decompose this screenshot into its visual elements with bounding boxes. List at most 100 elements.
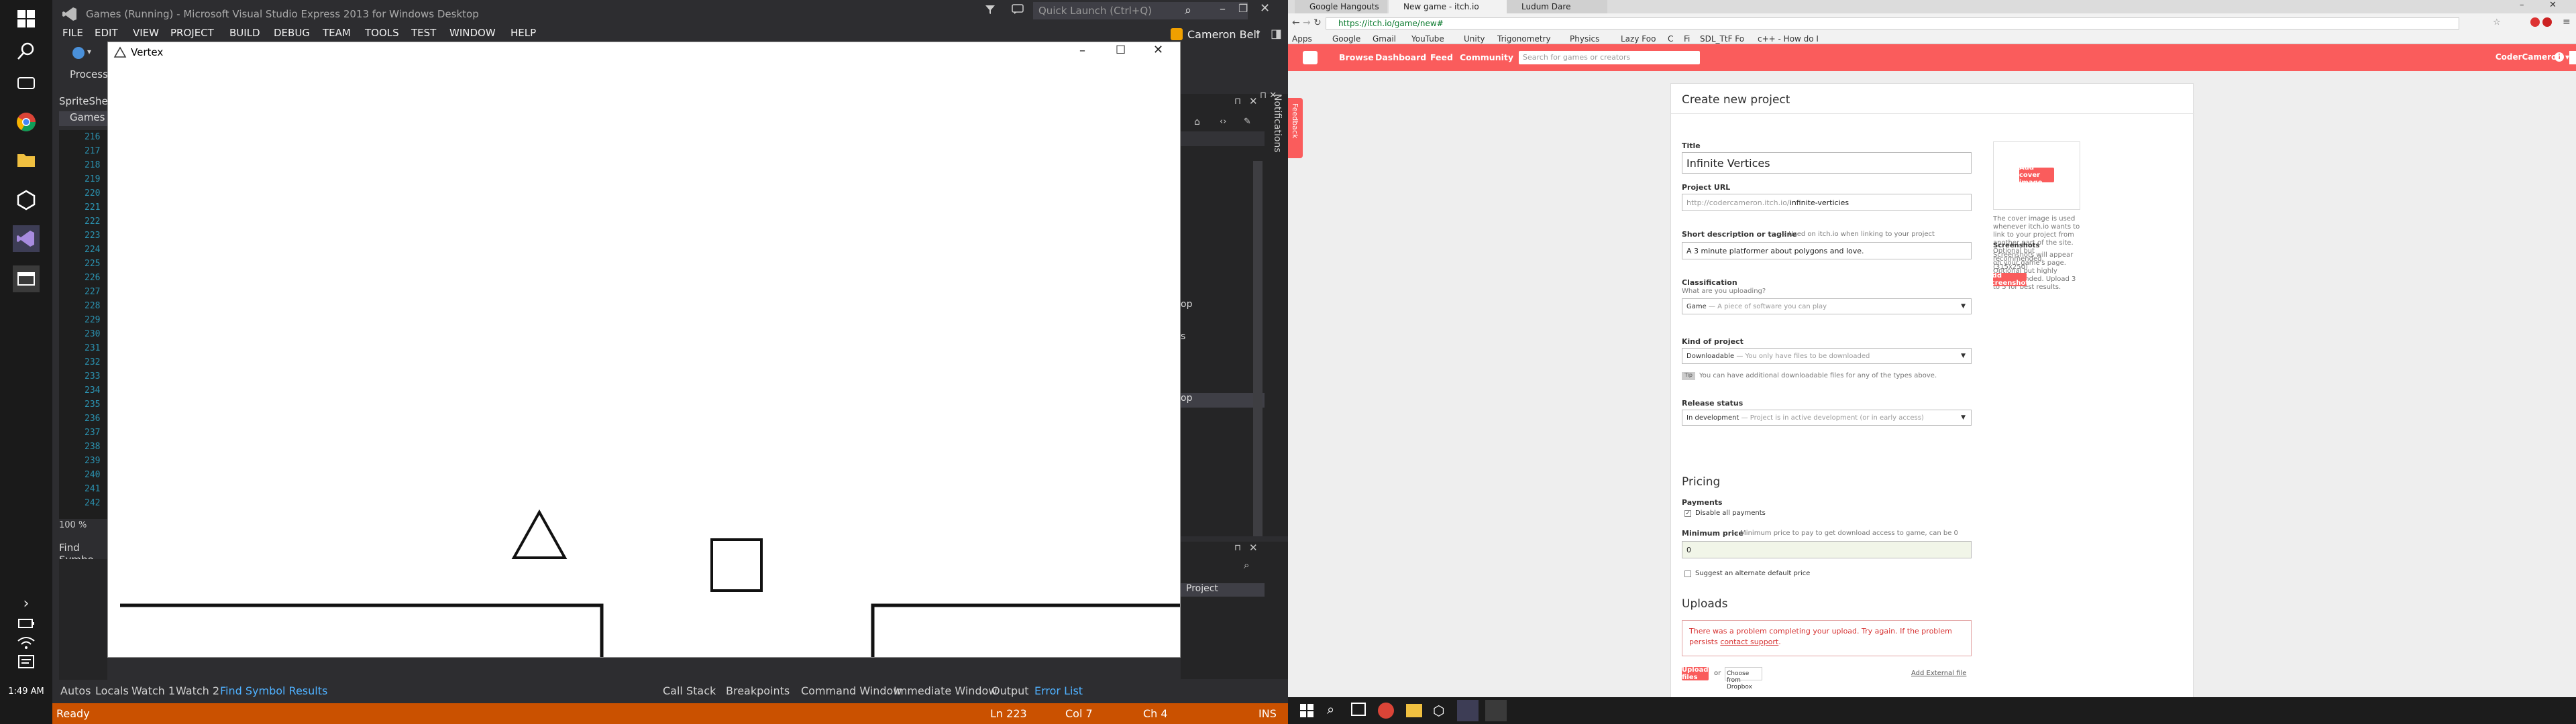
tab-locals[interactable]: Locals <box>95 684 129 697</box>
doc-tab-spritesheet[interactable]: SpriteShee <box>59 95 114 109</box>
menu-build[interactable]: BUILD <box>229 27 260 39</box>
tree-item-selected[interactable]: op <box>1181 393 1265 408</box>
search-icon[interactable]: ⌕ <box>1327 701 1334 717</box>
pin-icon[interactable]: ⊓ <box>1234 97 1241 107</box>
search-icon[interactable]: ⌕ <box>1244 559 1249 571</box>
minimize-button[interactable]: – <box>1079 44 1085 58</box>
tab-autos[interactable]: Autos <box>60 684 91 697</box>
avatar[interactable] <box>2569 51 2576 64</box>
visual-studio-icon[interactable] <box>13 225 40 252</box>
itch-logo-icon[interactable] <box>1303 51 1318 64</box>
tab-output[interactable]: Output <box>991 684 1029 697</box>
kind-select[interactable]: Downloadable — You only have files to be… <box>1682 348 1972 364</box>
minimize-button[interactable]: – <box>2520 0 2524 10</box>
release-select[interactable]: In development — Project is in active de… <box>1682 410 1972 426</box>
bookmark[interactable]: SDL_TtF Fo <box>1700 34 1744 44</box>
vertex-title-bar[interactable]: Vertex – ☐ ✕ <box>108 42 1180 64</box>
app-window-icon[interactable] <box>1485 700 1507 721</box>
tab-find-symbol-results[interactable]: Find Symbol Results <box>220 684 327 697</box>
bookmark[interactable]: c++ - How do I <box>1758 34 1819 44</box>
game-canvas[interactable] <box>108 64 1180 657</box>
forward-icon[interactable]: → <box>1303 17 1311 28</box>
bookmark[interactable]: Trigonometry <box>1497 34 1551 44</box>
tab-error-list[interactable]: Error List <box>1034 684 1083 697</box>
maximize-button[interactable]: ❐ <box>1238 2 1248 15</box>
close-button[interactable]: ✕ <box>2549 0 2557 10</box>
classification-select[interactable]: Game — A piece of software you can play … <box>1682 298 1972 314</box>
app-window-icon[interactable] <box>13 265 40 292</box>
tab-call-stack[interactable]: Call Stack <box>663 684 716 697</box>
file-explorer-icon[interactable] <box>13 146 40 173</box>
nav-browse[interactable]: Browse <box>1339 52 1374 62</box>
doc-tab-games[interactable]: Games <box>59 111 107 126</box>
disable-payments-checkbox[interactable]: ✓ <box>1684 510 1691 517</box>
back-icon[interactable]: ← <box>1292 17 1300 28</box>
menu-team[interactable]: TEAM <box>323 27 351 39</box>
tab-new-game-itch[interactable]: New game - itch.io <box>1389 0 1507 13</box>
scrollbar[interactable] <box>1253 161 1263 536</box>
clock[interactable]: 1:49 AM <box>0 686 52 697</box>
nav-dashboard[interactable]: Dashboard <box>1375 52 1426 62</box>
menu-project[interactable]: PROJECT <box>170 27 214 39</box>
min-price-input[interactable]: 0 <box>1682 541 1972 558</box>
menu-debug[interactable]: DEBUG <box>274 27 310 39</box>
tab-breakpoints[interactable]: Breakpoints <box>726 684 790 697</box>
star-icon[interactable]: ☆ <box>2493 17 2501 27</box>
task-view-icon[interactable] <box>13 70 40 97</box>
vertex-game-window[interactable]: Vertex – ☐ ✕ <box>107 42 1181 658</box>
title-input[interactable]: Infinite Vertices <box>1682 152 1972 174</box>
pin-icon[interactable]: ⊓ <box>1234 543 1241 553</box>
add-cover-image-button[interactable]: Add cover image <box>2019 164 2054 186</box>
tab-ludum-dare[interactable]: Ludum Dare <box>1507 0 1607 13</box>
bookmark[interactable]: Apps <box>1292 34 1312 44</box>
tree-item[interactable]: s <box>1181 331 1185 342</box>
solution-search-input[interactable] <box>1181 131 1265 146</box>
tab-watch1[interactable]: Watch 1 <box>131 684 175 697</box>
upload-files-button[interactable]: Upload files <box>1682 666 1709 681</box>
windows-start-icon[interactable] <box>13 5 40 32</box>
feedback-tab[interactable]: Feedback <box>1288 98 1303 158</box>
dropbox-button[interactable]: Choose from Dropbox <box>1725 667 1762 690</box>
bookmark[interactable]: Gmail <box>1373 34 1396 44</box>
filter-icon[interactable] <box>985 4 996 15</box>
nav-feed[interactable]: Feed <box>1430 52 1453 62</box>
bookmark[interactable]: YouTube <box>1411 34 1444 44</box>
project-label[interactable]: Project <box>1181 583 1265 597</box>
tab-immediate-window[interactable]: Immediate Window <box>894 684 997 697</box>
unity-icon[interactable]: ⬡ <box>1433 703 1444 719</box>
tree-item[interactable]: op <box>1181 299 1192 310</box>
feedback-icon[interactable] <box>1012 4 1024 15</box>
close-button[interactable]: ✕ <box>1260 1 1270 15</box>
wrench-icon[interactable]: ✎ <box>1244 117 1251 127</box>
menu-view[interactable]: VIEW <box>133 27 159 39</box>
add-external-file-link[interactable]: Add External file <box>1911 670 1966 677</box>
nav-community[interactable]: Community <box>1460 52 1513 62</box>
menu-icon[interactable]: ≡ <box>2563 17 2571 27</box>
menu-tools[interactable]: TOOLS <box>365 27 399 39</box>
close-button[interactable]: ✕ <box>1153 43 1163 57</box>
contact-support-link[interactable]: contact support <box>1720 638 1778 646</box>
bookmark[interactable]: Google <box>1332 34 1360 44</box>
chrome-icon[interactable] <box>1378 703 1394 719</box>
extension-icon[interactable] <box>2542 17 2552 27</box>
search-icon[interactable] <box>13 38 40 64</box>
reload-icon[interactable]: ↻ <box>1313 17 1322 28</box>
windows-start-icon[interactable] <box>1299 703 1315 719</box>
visual-studio-icon[interactable] <box>1457 700 1479 721</box>
minimize-button[interactable]: – <box>1220 2 1226 16</box>
notifications-tab[interactable]: Notifications <box>1272 94 1288 215</box>
home-icon[interactable]: ⌂ <box>1194 117 1200 127</box>
menu-test[interactable]: TEST <box>411 27 436 39</box>
bookmark[interactable]: C <box>1668 34 1673 44</box>
panel-close-button[interactable]: ✕ <box>1249 95 1258 107</box>
code-icon[interactable]: ‹› <box>1220 117 1226 127</box>
itch-username[interactable]: CoderCameron ▾ <box>2395 52 2569 62</box>
maximize-button[interactable]: ☐ <box>1116 44 1126 57</box>
unity-icon[interactable] <box>13 186 40 213</box>
menu-edit[interactable]: EDIT <box>95 27 118 39</box>
add-screenshots-button[interactable]: Add screenshots <box>1987 272 2033 287</box>
itch-search-input[interactable]: Search for games or creators <box>1519 51 1700 64</box>
panel-close-button[interactable]: ✕ <box>1249 542 1258 554</box>
back-icon[interactable] <box>72 47 85 59</box>
address-bar[interactable]: https://itch.io/game/new# <box>1326 17 2459 29</box>
